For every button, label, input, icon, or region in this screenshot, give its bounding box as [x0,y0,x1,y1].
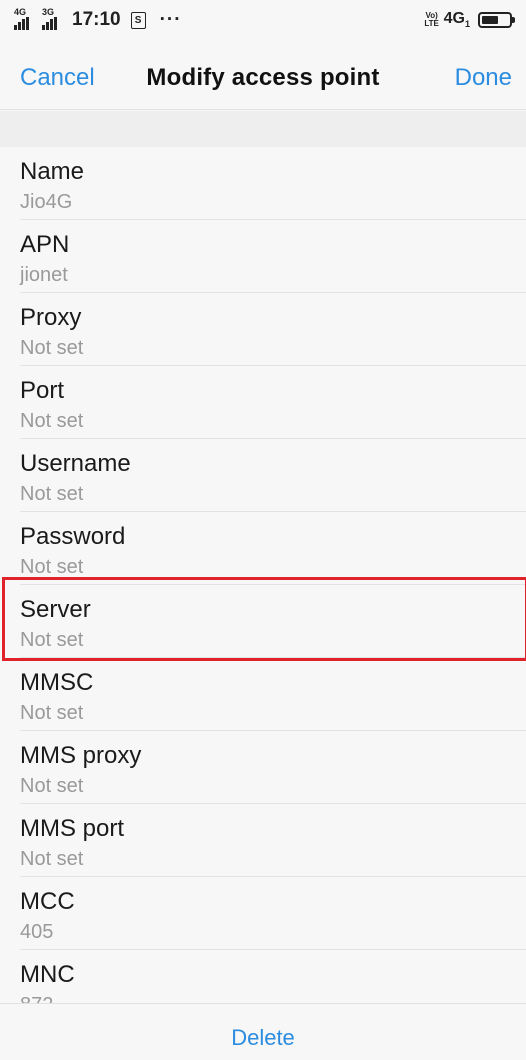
field-row-mms-proxy[interactable]: MMS proxy Not set [0,731,526,804]
field-row-mms-port[interactable]: MMS port Not set [0,804,526,877]
mobile-data-icon: 4G1 [444,10,470,29]
field-label: MCC [20,888,75,915]
status-right: Vo) LTE 4G1 [424,10,515,30]
field-value: 872 [20,994,53,1003]
field-row-proxy[interactable]: Proxy Not set [0,293,526,366]
field-row-username[interactable]: Username Not set [0,439,526,512]
field-value: jionet [20,264,68,286]
field-row-password[interactable]: Password Not set [0,512,526,585]
field-label: Proxy [20,304,82,331]
field-label: Port [20,377,65,404]
network-sub: 1 [464,19,470,30]
field-value: Not set [20,848,84,870]
field-value: Not set [20,702,84,724]
field-label: Username [20,450,131,477]
field-row-apn[interactable]: APN jionet [0,220,526,293]
field-label: MMS port [20,815,125,842]
bottom-bar: Delete [0,1003,526,1060]
volte-bottom-text: LTE [424,19,439,28]
section-spacer [0,111,526,147]
status-left: 4G 3G 17:10 S ··· [14,7,182,31]
field-row-server[interactable]: Server Not set [0,585,526,658]
field-label: Name [20,158,85,185]
more-notifications-icon: ··· [159,9,182,30]
sim2-network-type: 3G [42,7,55,17]
network-type: 4G [443,10,465,28]
field-value: 405 [20,921,54,943]
field-row-port[interactable]: Port Not set [0,366,526,439]
field-value: Not set [20,337,84,359]
battery-icon [478,12,515,28]
page-title: Modify access point [146,64,380,91]
signal-sim2-icon: 3G [42,7,64,31]
field-value: Not set [20,775,84,797]
field-row-mnc[interactable]: MNC 872 [0,950,526,1003]
sim1-network-type: 4G [14,7,27,17]
field-value: Not set [20,629,84,651]
clock: 17:10 [72,9,121,30]
field-label: APN [20,231,70,258]
field-label: MMS proxy [20,742,142,769]
field-row-mcc[interactable]: MCC 405 [0,877,526,950]
done-button[interactable]: Done [455,64,512,92]
apn-field-list[interactable]: Name Jio4G APN jionet Proxy Not set Port… [0,147,526,1003]
field-label: Server [20,596,91,623]
field-value: Jio4G [20,191,73,213]
field-value: Not set [20,556,84,578]
field-row-mmsc[interactable]: MMSC Not set [0,658,526,731]
signal-sim1-icon: 4G [14,7,36,31]
nav-bar: Cancel Modify access point Done [0,40,526,110]
volte-icon: Vo) LTE [424,12,440,28]
field-row-name[interactable]: Name Jio4G [0,147,526,220]
field-value: Not set [20,410,84,432]
field-label: MMSC [20,669,94,696]
status-bar: 4G 3G 17:10 S ··· Vo) LTE 4G1 [0,0,526,40]
field-label: MNC [20,961,75,988]
field-value: Not set [20,483,84,505]
field-label: Password [20,523,126,550]
delete-button[interactable]: Delete [231,1025,295,1051]
sim-notification-icon: S [130,11,146,29]
